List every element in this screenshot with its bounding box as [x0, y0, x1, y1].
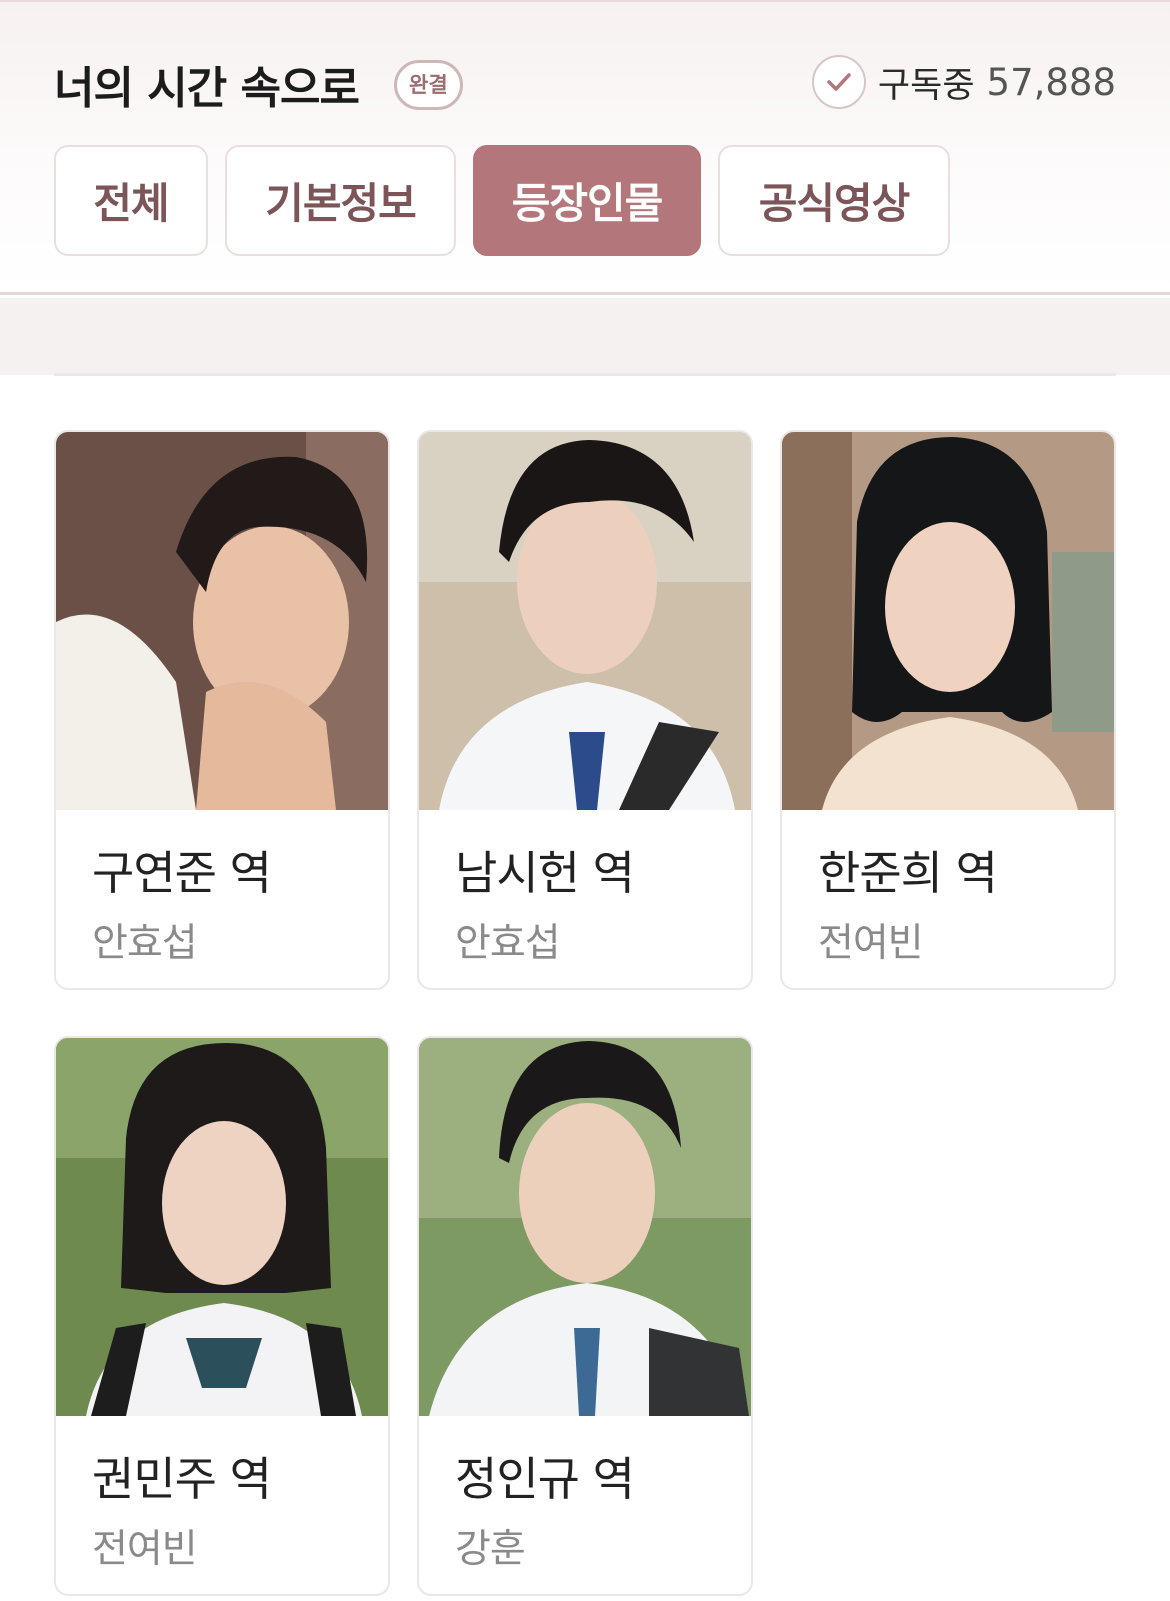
tab-info[interactable]: 기본정보: [225, 145, 456, 256]
spacer-band: [0, 298, 1170, 375]
subscribe-label: 구독중: [877, 65, 975, 106]
actor-name: 안효섭: [455, 921, 561, 966]
status-badge: 완결: [394, 60, 463, 110]
character-card[interactable]: 남시헌 역 안효섭: [417, 430, 753, 990]
actor-name: 전여빈: [92, 1527, 198, 1572]
drama-header: 너의 시간 속으로 완결 구독중 57,888 전체 기본정보 등장인물 공식영…: [0, 0, 1170, 295]
check-icon[interactable]: [811, 55, 866, 109]
character-role: 정인규 역: [455, 1452, 635, 1506]
character-role: 구연준 역: [92, 846, 272, 900]
page-title: 너의 시간 속으로: [54, 63, 360, 114]
subscribe-toggle[interactable]: 구독중 57,888: [811, 54, 1116, 110]
character-card[interactable]: 권민주 역 전여빈: [54, 1036, 390, 1596]
character-card[interactable]: 정인규 역 강훈: [417, 1036, 753, 1596]
character-role: 권민주 역: [92, 1452, 272, 1506]
tab-bar: 전체 기본정보 등장인물 공식영상: [54, 145, 950, 256]
character-card[interactable]: 구연준 역 안효섭: [54, 430, 390, 990]
subscribe-count: 57,888: [986, 60, 1116, 104]
character-photo: [419, 1038, 751, 1416]
tab-all[interactable]: 전체: [54, 145, 208, 256]
character-photo: [419, 432, 751, 810]
section-divider: [54, 373, 1116, 376]
actor-name: 강훈: [455, 1527, 526, 1572]
character-photo: [782, 432, 1114, 810]
actor-name: 안효섭: [92, 921, 198, 966]
actor-name: 전여빈: [818, 921, 924, 966]
tab-characters[interactable]: 등장인물: [473, 145, 701, 256]
character-photo: [56, 432, 388, 810]
character-role: 한준희 역: [818, 846, 998, 900]
character-photo: [56, 1038, 388, 1416]
character-role: 남시헌 역: [455, 846, 635, 900]
character-card[interactable]: 한준희 역 전여빈: [780, 430, 1116, 990]
tab-videos[interactable]: 공식영상: [718, 145, 950, 256]
